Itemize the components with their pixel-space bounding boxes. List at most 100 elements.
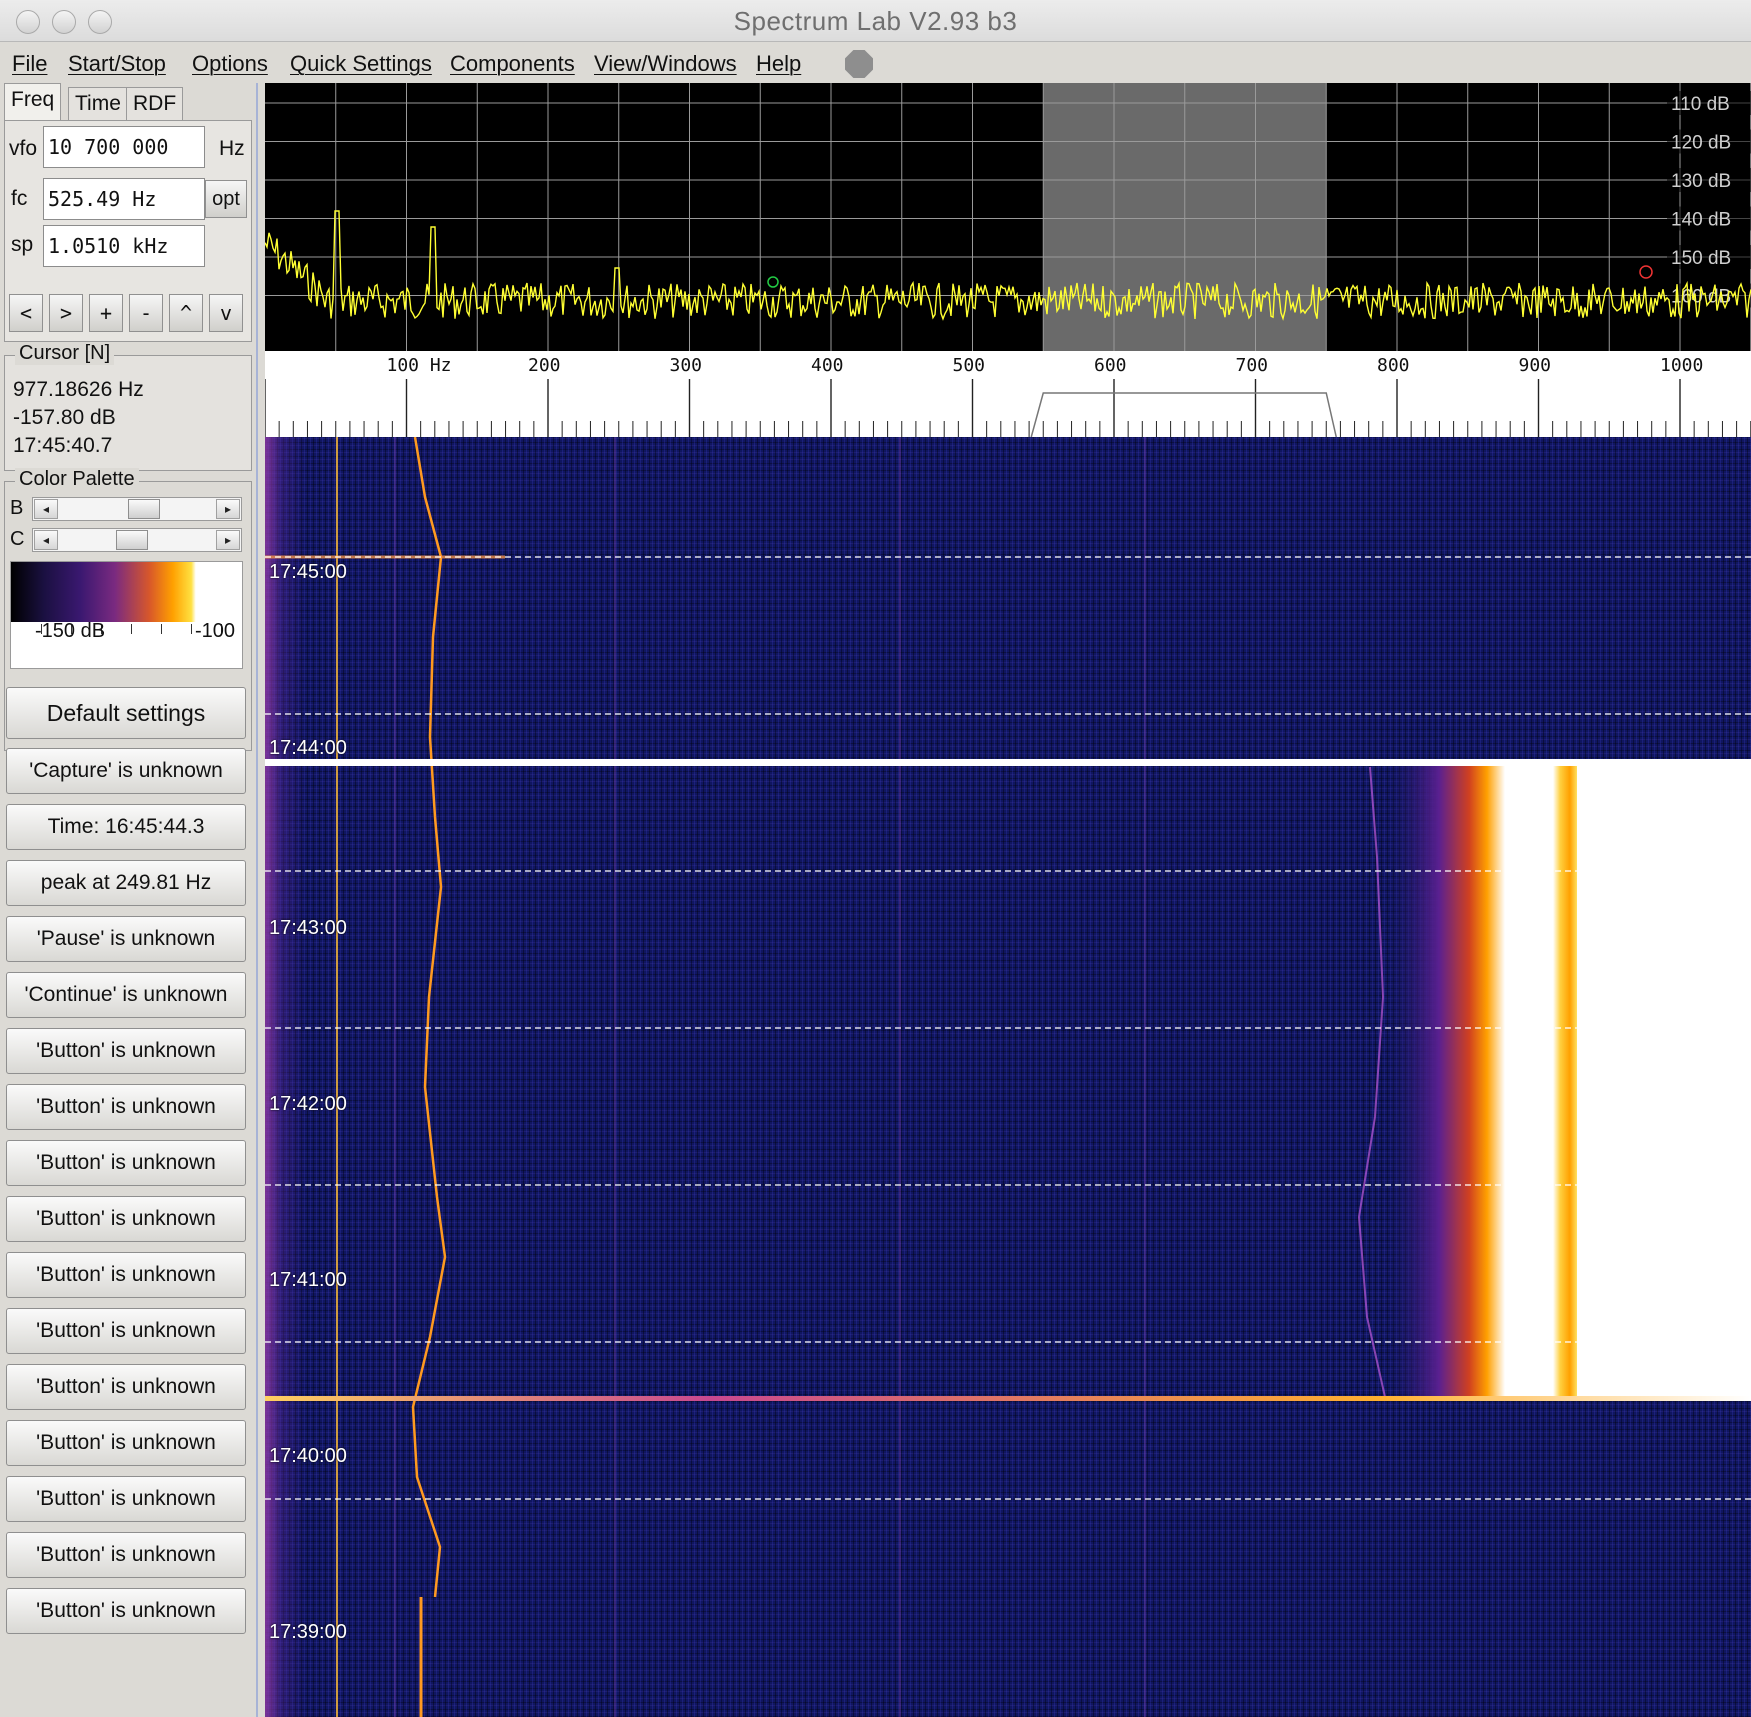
frequency-label: 700 <box>1236 355 1269 376</box>
frequency-label: 1000 <box>1660 355 1703 376</box>
passband-outline <box>1030 392 1337 437</box>
waterfall-display[interactable]: 17:45:00 17:44:00 17:43:00 17:42:00 17:4… <box>265 437 1751 1717</box>
db-label: 150 dB <box>1671 248 1731 269</box>
user-button-4[interactable]: 'Button' is unknown <box>6 1196 246 1242</box>
user-button-3[interactable]: 'Button' is unknown <box>6 1140 246 1186</box>
contrast-thumb[interactable] <box>115 530 148 550</box>
zoom-in-button[interactable]: + <box>89 294 123 332</box>
user-button-7[interactable]: 'Button' is unknown <box>6 1364 246 1410</box>
contrast-label: C <box>10 528 25 550</box>
menu-view-windows[interactable]: View/Windows <box>594 51 737 77</box>
tab-rdf[interactable]: RDF <box>126 87 184 121</box>
frequency-label: 500 <box>953 355 986 376</box>
brightness-label: B <box>10 497 24 519</box>
user-button-11[interactable]: 'Button' is unknown <box>6 1588 246 1634</box>
contrast-slider[interactable]: ◂ ▸ <box>32 528 242 552</box>
capture-button[interactable]: 'Capture' is unknown <box>6 748 246 794</box>
frequency-label: 100 Hz <box>387 355 452 376</box>
tab-freq[interactable]: Freq <box>4 83 62 121</box>
drifting-carrier-trace <box>411 437 447 1598</box>
menu-components[interactable]: Components <box>450 51 575 77</box>
fc-input[interactable]: 525.49 Hz <box>43 178 205 220</box>
time-label-1744: 17:44:00 <box>269 737 347 759</box>
frequency-axis[interactable]: 100 Hz 200 300 400 500 600 700 800 900 1000 <box>265 351 1751 437</box>
frequency-settings: vfo 10 700 000 Hz fc 525.49 Hz opt sp 1.… <box>4 120 252 342</box>
vfo-unit: Hz <box>219 137 245 160</box>
peak-button[interactable]: peak at 249.81 Hz <box>6 860 246 906</box>
broadband-burst-line <box>265 1396 1751 1401</box>
time-label-1741: 17:41:00 <box>269 1269 347 1291</box>
user-button-5[interactable]: 'Button' is unknown <box>6 1252 246 1298</box>
menu-quick-settings[interactable]: Quick Settings <box>290 51 432 77</box>
stop-sign-icon[interactable] <box>845 50 873 78</box>
time-label-1745: 17:45:00 <box>269 561 347 583</box>
strong-signal-white <box>1577 766 1751 1399</box>
scroll-up-button[interactable]: ^ <box>169 294 203 332</box>
scroll-left-button[interactable]: < <box>9 294 43 332</box>
spectrum-lab-window: Spectrum Lab V2.93 b3 File Start/Stop Op… <box>0 0 1751 1717</box>
palette-max-label: -100 <box>195 620 236 642</box>
scroll-right-button[interactable]: > <box>49 294 83 332</box>
color-palette-title: Color Palette <box>15 468 139 491</box>
menu-help[interactable]: Help <box>756 51 801 77</box>
fc-label: fc <box>11 187 28 210</box>
palette-gradient <box>11 562 242 622</box>
zoom-out-button[interactable]: - <box>129 294 163 332</box>
db-label: 120 dB <box>1671 133 1731 154</box>
frequency-label: 200 <box>528 355 561 376</box>
frequency-label: 400 <box>811 355 844 376</box>
frequency-label: 900 <box>1519 355 1552 376</box>
arrow-left-icon[interactable]: ◂ <box>34 530 58 550</box>
frequency-label: 800 <box>1377 355 1410 376</box>
palette-preview[interactable]: -150 dB -100 <box>10 561 243 669</box>
menu-options[interactable]: Options <box>192 51 268 77</box>
scroll-down-button[interactable]: v <box>209 294 243 332</box>
control-panel: Freq Time RDF vfo 10 700 000 Hz fc 525.4… <box>0 83 258 1717</box>
marker-red <box>1639 265 1653 279</box>
sp-input[interactable]: 1.0510 kHz <box>43 225 205 267</box>
db-label: 110 dB <box>1671 94 1730 115</box>
spectrum-graph[interactable]: 110 dB 120 dB 130 dB 140 dB 150 dB 160 dB <box>265 83 1751 351</box>
menu-bar: File Start/Stop Options Quick Settings C… <box>0 43 1751 83</box>
opt-button[interactable]: opt <box>205 180 247 218</box>
time-label-1742: 17:42:00 <box>269 1093 347 1115</box>
continue-button[interactable]: 'Continue' is unknown <box>6 972 246 1018</box>
time-label-1739: 17:39:00 <box>269 1621 347 1643</box>
menu-file[interactable]: File <box>12 51 47 77</box>
cursor-level: -157.80 dB <box>13 406 116 429</box>
arrow-right-icon[interactable]: ▸ <box>216 499 240 519</box>
arrow-right-icon[interactable]: ▸ <box>216 530 240 550</box>
menu-start-stop[interactable]: Start/Stop <box>68 51 166 77</box>
brightness-slider[interactable]: ◂ ▸ <box>32 497 242 521</box>
user-button-1[interactable]: 'Button' is unknown <box>6 1028 246 1074</box>
time-label-1743: 17:43:00 <box>269 917 347 939</box>
pause-button[interactable]: 'Pause' is unknown <box>6 916 246 962</box>
cursor-time: 17:45:40.7 <box>13 434 113 457</box>
db-label: 140 dB <box>1671 210 1731 231</box>
cursor-title: Cursor [N] <box>15 342 115 365</box>
strong-signal-core <box>1505 766 1553 1399</box>
arrow-left-icon[interactable]: ◂ <box>34 499 58 519</box>
cursor-frequency: 977.18626 Hz <box>13 378 144 401</box>
waterfall-traces <box>265 437 1751 1717</box>
palette-min-label: -150 dB <box>35 620 106 642</box>
user-button-9[interactable]: 'Button' is unknown <box>6 1476 246 1522</box>
default-settings-button[interactable]: Default settings <box>6 687 246 739</box>
user-button-10[interactable]: 'Button' is unknown <box>6 1532 246 1578</box>
frequency-scale: 100 Hz 200 300 400 500 600 700 800 900 1000 <box>265 355 1751 437</box>
vfo-input[interactable]: 10 700 000 <box>43 126 205 168</box>
spectrum-trace <box>265 210 1751 321</box>
user-button-6[interactable]: 'Button' is unknown <box>6 1308 246 1354</box>
title-bar: Spectrum Lab V2.93 b3 <box>0 0 1751 42</box>
user-button-2[interactable]: 'Button' is unknown <box>6 1084 246 1130</box>
user-button-8[interactable]: 'Button' is unknown <box>6 1420 246 1466</box>
frequency-label: 600 <box>1094 355 1127 376</box>
strong-signal-band-right <box>1553 766 1577 1399</box>
tab-time[interactable]: Time <box>68 87 128 121</box>
waterfall-gap <box>265 759 1751 766</box>
time-button[interactable]: Time: 16:45:44.3 <box>6 804 246 850</box>
time-label-1740: 17:40:00 <box>269 1445 347 1467</box>
spectrum-plot: 110 dB120 dB130 dB140 dB150 dB160 dB <box>265 83 1751 351</box>
brightness-thumb[interactable] <box>128 499 161 519</box>
cursor-readout: Cursor [N] 977.18626 Hz -157.80 dB 17:45… <box>4 342 252 471</box>
